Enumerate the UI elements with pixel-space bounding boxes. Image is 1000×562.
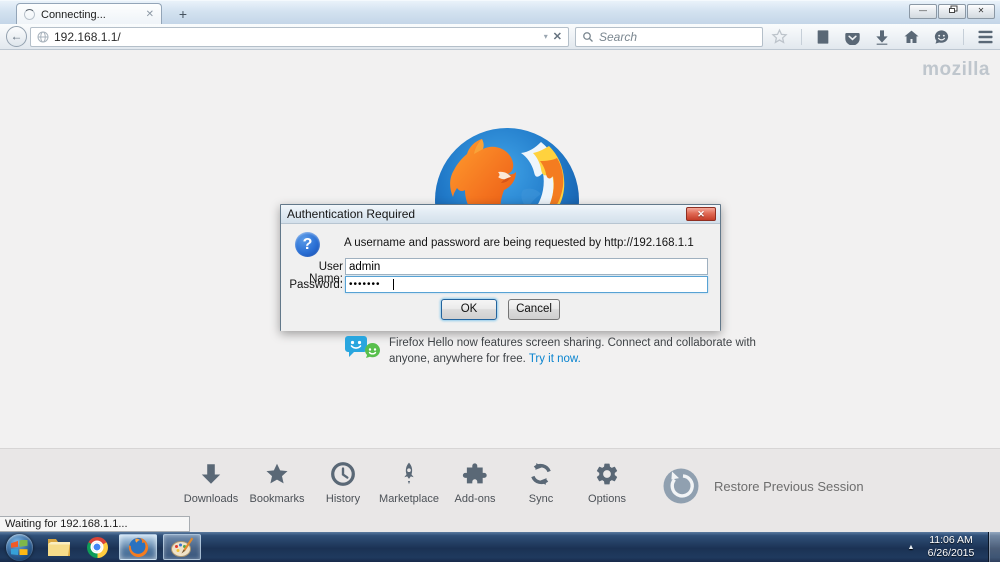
restore-window-button[interactable] bbox=[938, 4, 966, 19]
launcher-sync[interactable]: Sync bbox=[508, 461, 574, 505]
tab-close-icon[interactable]: ✕ bbox=[146, 10, 154, 20]
system-tray: ▲ 11:06 AM 6/26/2015 bbox=[902, 532, 1000, 562]
launcher-label: Add-ons bbox=[455, 493, 496, 505]
restore-icon bbox=[949, 8, 955, 13]
username-field[interactable] bbox=[345, 258, 708, 275]
firefox-logo bbox=[423, 120, 587, 206]
globe-icon bbox=[37, 31, 49, 43]
bookmarks-star-icon bbox=[264, 461, 290, 487]
navigation-toolbar: ← ▾ ✕ bbox=[0, 24, 1000, 50]
restore-session-label: Restore Previous Session bbox=[714, 479, 864, 494]
launcher-marketplace[interactable]: Marketplace bbox=[376, 461, 442, 505]
show-desktop-button[interactable] bbox=[988, 532, 1000, 562]
launcher-label: Sync bbox=[529, 493, 553, 505]
try-it-now-link[interactable]: Try it now. bbox=[529, 353, 581, 365]
loading-spinner-icon bbox=[24, 9, 35, 20]
search-icon bbox=[582, 31, 594, 43]
dialog-message: A username and password are being reques… bbox=[344, 237, 694, 249]
close-window-button[interactable]: ✕ bbox=[967, 4, 995, 19]
taskbar-firefox[interactable] bbox=[119, 534, 157, 560]
window-controls: — ✕ bbox=[909, 4, 995, 19]
stop-loading-icon[interactable]: ✕ bbox=[553, 30, 562, 43]
cancel-button[interactable]: Cancel bbox=[508, 299, 560, 320]
url-input[interactable] bbox=[54, 30, 539, 44]
dialog-titlebar[interactable]: Authentication Required ✕ bbox=[281, 205, 720, 224]
mozilla-wordmark: mozilla bbox=[922, 59, 990, 81]
launcher-items: Downloads Bookmarks History Marketplace … bbox=[178, 461, 640, 505]
sync-arrows-icon bbox=[528, 461, 554, 487]
options-gear-icon bbox=[594, 461, 620, 487]
taskbar-clock[interactable]: 11:06 AM 6/26/2015 bbox=[920, 534, 982, 560]
password-field[interactable] bbox=[345, 276, 708, 293]
launcher-label: History bbox=[326, 493, 360, 505]
launcher-label: Options bbox=[588, 493, 626, 505]
clock-date: 6/26/2015 bbox=[920, 547, 982, 560]
minimize-button[interactable]: — bbox=[909, 4, 937, 19]
launcher-history[interactable]: History bbox=[310, 461, 376, 505]
downloads-arrow-icon bbox=[198, 461, 224, 487]
launcher-label: Downloads bbox=[184, 493, 238, 505]
hello-line1: Firefox Hello now features screen sharin… bbox=[389, 337, 756, 349]
downloads-icon[interactable] bbox=[874, 29, 890, 45]
addons-puzzle-icon bbox=[462, 461, 488, 487]
bookmarks-list-icon[interactable] bbox=[815, 29, 831, 45]
taskbar-chrome[interactable] bbox=[80, 533, 114, 561]
tray-hidden-icons-button[interactable]: ▲ bbox=[902, 544, 920, 551]
dialog-body: ? A username and password are being requ… bbox=[281, 224, 720, 331]
pocket-icon[interactable] bbox=[844, 29, 861, 45]
restore-session-icon bbox=[662, 467, 700, 505]
dialog-close-button[interactable]: ✕ bbox=[686, 207, 716, 221]
launcher-addons[interactable]: Add-ons bbox=[442, 461, 508, 505]
page-content: mozilla Authenti bbox=[0, 50, 1000, 532]
explorer-folder-icon bbox=[46, 536, 72, 558]
url-dropdown-icon[interactable]: ▾ bbox=[544, 32, 548, 41]
launcher-downloads[interactable]: Downloads bbox=[178, 461, 244, 505]
bookmark-star-icon[interactable] bbox=[771, 28, 788, 45]
taskbar-explorer[interactable] bbox=[42, 533, 76, 561]
launcher-label: Marketplace bbox=[379, 493, 439, 505]
status-bar: Waiting for 192.168.1.1... bbox=[0, 516, 190, 532]
home-icon[interactable] bbox=[903, 29, 920, 45]
browser-window: Connecting... ✕ + — ✕ ← ▾ ✕ bbox=[0, 0, 1000, 532]
search-bar[interactable] bbox=[575, 27, 763, 47]
restore-session[interactable]: Restore Previous Session bbox=[662, 467, 864, 505]
ok-button[interactable]: OK bbox=[441, 299, 497, 320]
taskbar: ▲ 11:06 AM 6/26/2015 bbox=[0, 532, 1000, 562]
tab-strip: Connecting... ✕ + — ✕ bbox=[0, 0, 1000, 24]
windows-flag-icon bbox=[11, 540, 28, 555]
launcher-bookmarks[interactable]: Bookmarks bbox=[244, 461, 310, 505]
firefox-icon bbox=[127, 536, 150, 559]
menu-hamburger-icon[interactable] bbox=[977, 30, 994, 44]
hello-chat-bubbles-icon bbox=[344, 335, 381, 363]
tab-title: Connecting... bbox=[41, 9, 140, 21]
password-label: Password: bbox=[283, 279, 343, 291]
url-bar[interactable]: ▾ ✕ bbox=[30, 27, 569, 47]
clock-time: 11:06 AM bbox=[920, 534, 982, 547]
taskbar-paint[interactable] bbox=[163, 534, 201, 560]
hello-smiley-icon[interactable] bbox=[933, 29, 950, 45]
text-caret bbox=[393, 279, 394, 290]
back-button[interactable]: ← bbox=[6, 26, 27, 47]
toolbar-separator bbox=[963, 29, 964, 45]
start-button[interactable] bbox=[6, 534, 33, 561]
launcher-label: Bookmarks bbox=[249, 493, 304, 505]
hello-line2: anyone, anywhere for free. bbox=[389, 353, 526, 365]
new-tab-button[interactable]: + bbox=[172, 6, 194, 23]
dialog-title: Authentication Required bbox=[287, 207, 415, 221]
marketplace-rocket-icon bbox=[396, 461, 422, 487]
hello-promo: Firefox Hello now features screen sharin… bbox=[344, 335, 756, 367]
help-question-icon: ? bbox=[295, 232, 320, 257]
toolbar-buttons bbox=[771, 28, 994, 45]
hello-promo-text: Firefox Hello now features screen sharin… bbox=[389, 335, 756, 367]
chrome-icon bbox=[87, 537, 108, 558]
search-input[interactable] bbox=[599, 30, 756, 44]
browser-tab[interactable]: Connecting... ✕ bbox=[16, 3, 162, 25]
toolbar-separator bbox=[801, 29, 802, 45]
history-clock-icon bbox=[330, 461, 356, 487]
launcher-options[interactable]: Options bbox=[574, 461, 640, 505]
paint-palette-icon bbox=[170, 536, 194, 558]
authentication-dialog: Authentication Required ✕ ? A username a… bbox=[280, 204, 721, 331]
